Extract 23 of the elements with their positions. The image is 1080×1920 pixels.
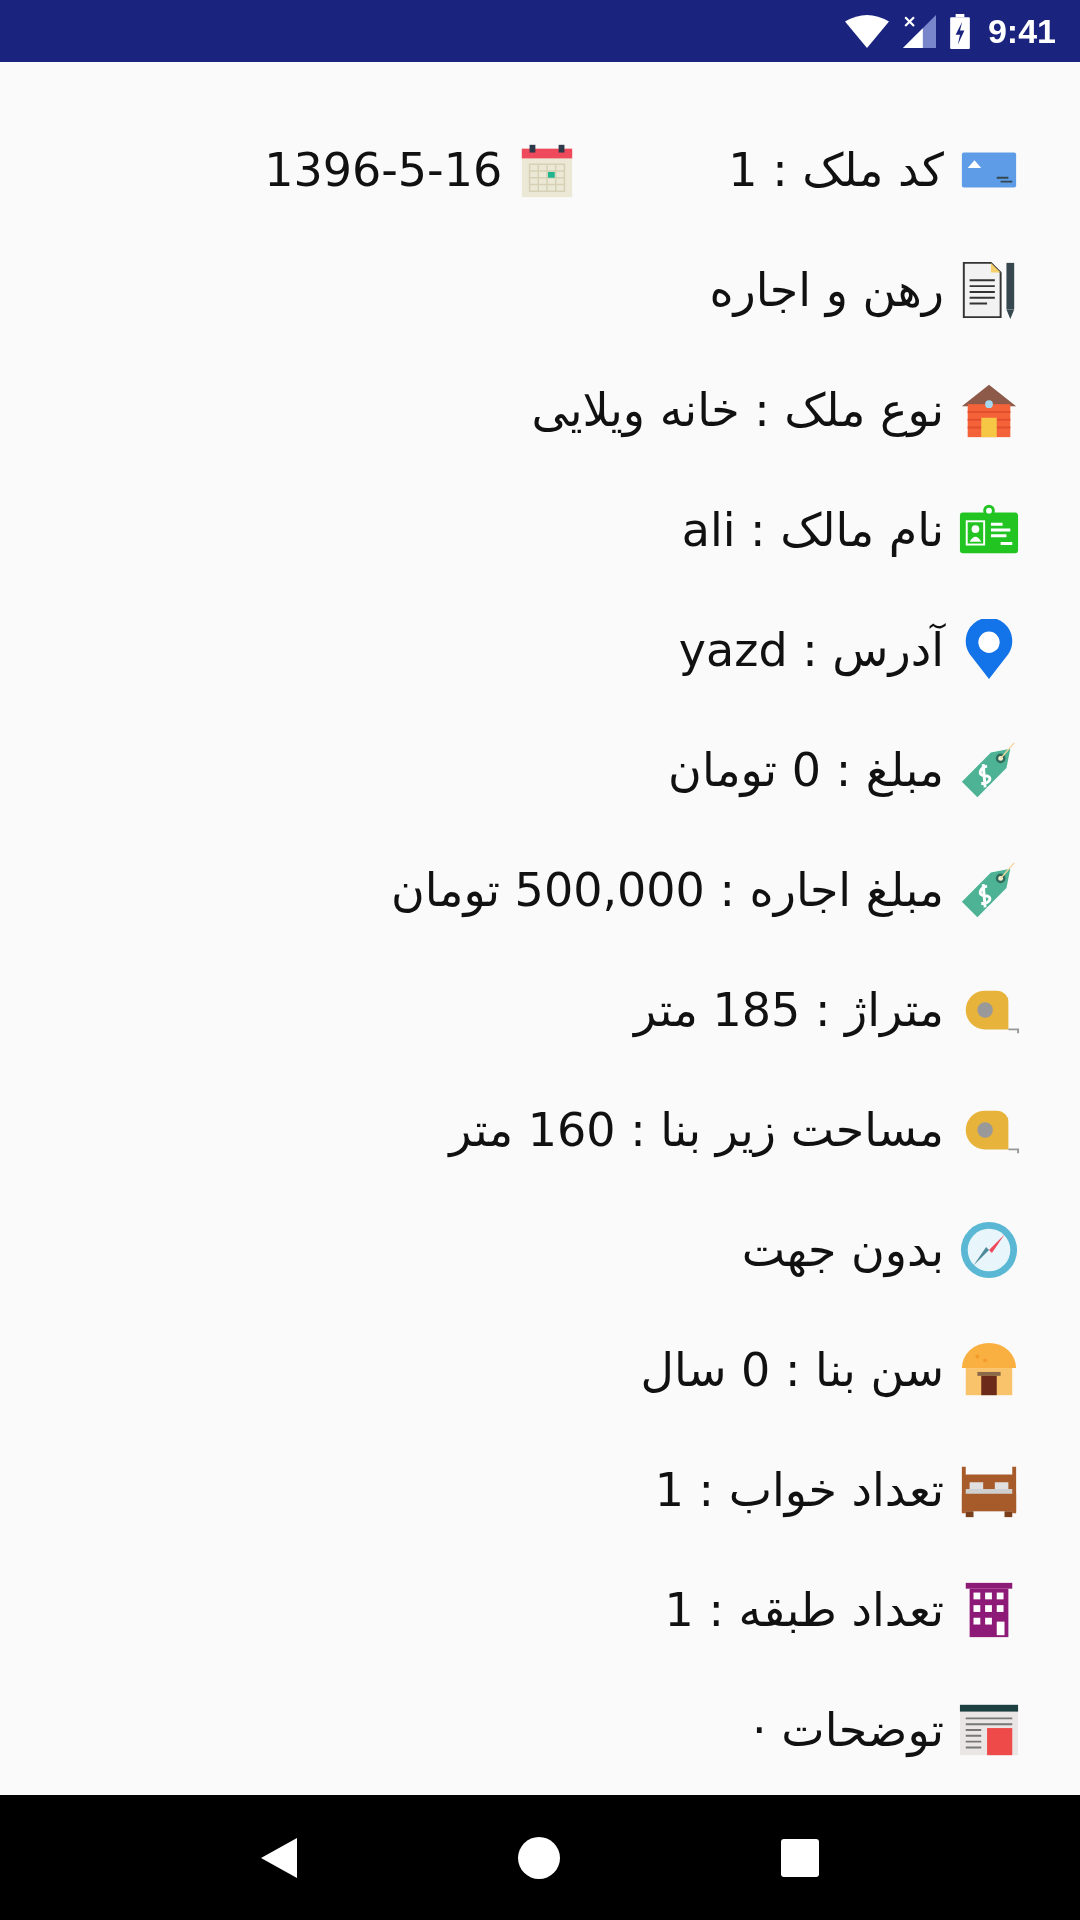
property-code: کد ملک : 1: [728, 143, 944, 197]
detail-text: تعداد خواب : 1: [654, 1463, 944, 1517]
clock: 9:41: [987, 11, 1056, 51]
detail-text: مساحت زیر بنا : 160 متر: [449, 1103, 944, 1157]
detail-text: بدون جهت: [741, 1223, 944, 1277]
compass-icon: [958, 1219, 1020, 1281]
detail-text: نام مالک : ali: [681, 503, 944, 557]
detail-text: تعداد طبقه : 1: [664, 1583, 944, 1637]
detail-text: سن بنا : 0 سال: [640, 1343, 944, 1397]
home-icon[interactable]: [518, 1836, 560, 1879]
back-icon[interactable]: [260, 1837, 297, 1878]
detail-text: مبلغ : 0 تومان: [668, 743, 944, 797]
wifi-icon: [844, 14, 889, 48]
detail-text: توضحات ·: [752, 1703, 944, 1757]
battery-icon: [949, 13, 970, 49]
detail-text: رهن و اجاره: [709, 263, 944, 317]
signal-icon: [902, 14, 936, 48]
detail-text: نوع ملک : خانه ویلایی: [531, 383, 944, 437]
date-text: 1396-5-16: [264, 143, 503, 197]
recents-icon[interactable]: [781, 1838, 820, 1877]
detail-text: متراژ : 185 متر: [634, 983, 944, 1037]
detail-text: مبلغ اجاره : 500,000 تومان: [391, 863, 944, 917]
detail-text: آدرس : yazd: [678, 623, 944, 677]
